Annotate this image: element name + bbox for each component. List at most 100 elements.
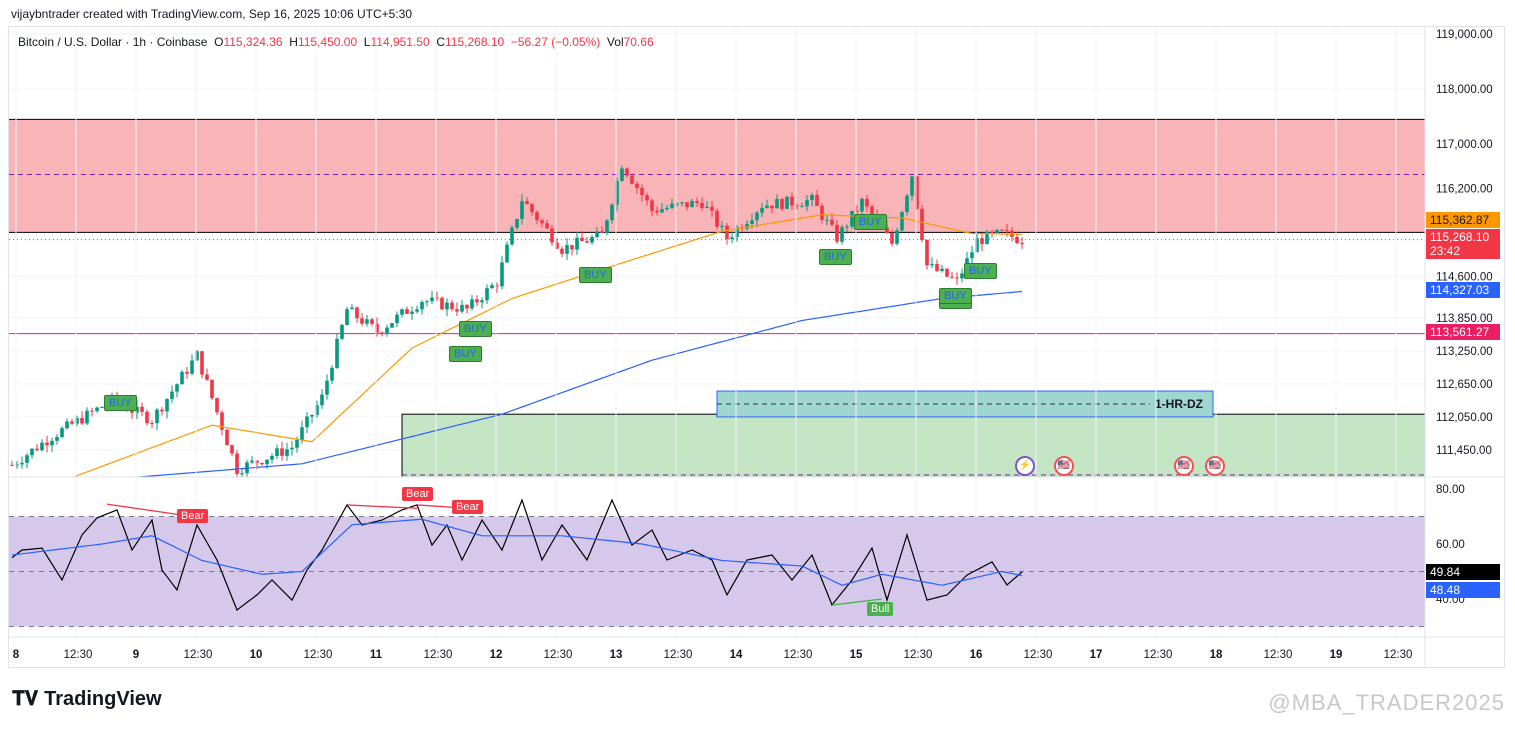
bear-divergence-label[interactable]: Bear	[452, 500, 484, 515]
candle	[590, 234, 594, 245]
price-axis-label: 111,450.00	[1436, 445, 1492, 457]
candle-body	[1000, 229, 1004, 231]
candle	[270, 453, 274, 464]
candle-body	[920, 208, 924, 241]
chart-canvas[interactable]: 1-HR-DZ119,000.00118,000.00117,000.00116…	[0, 0, 1515, 729]
candle	[440, 296, 444, 311]
candle	[360, 312, 364, 326]
candle-body	[590, 236, 594, 243]
price-tag-value: 114,327.03	[1430, 283, 1490, 297]
candle-body	[370, 319, 374, 324]
buy-signal-label[interactable]: BUY	[449, 345, 482, 362]
bear-divergence-label[interactable]: Bear	[177, 508, 209, 523]
candle	[160, 407, 164, 416]
us-flag-event-icon[interactable]: 🇺🇸	[1054, 456, 1074, 476]
candle-body	[830, 219, 834, 225]
candle	[895, 227, 899, 246]
us-flag-event-icon[interactable]: 🇺🇸	[1205, 456, 1225, 476]
candle	[230, 444, 234, 457]
price-tag-value: 113,561.27	[1430, 325, 1490, 339]
time-axis-label: 8	[13, 649, 20, 661]
candle-body	[505, 244, 509, 263]
buy-signal-label[interactable]: BUY	[459, 320, 492, 337]
candle-body	[510, 227, 514, 245]
buy-signal-label[interactable]: BUY	[939, 288, 972, 305]
buy-signal-label[interactable]: BUY	[819, 248, 852, 265]
rsi-axis-label: 60.00	[1436, 539, 1465, 551]
candle	[365, 314, 369, 327]
candle-body	[935, 264, 939, 271]
close-value: 115,268.10	[445, 35, 505, 49]
candle	[235, 450, 239, 477]
price-axis-label: 112,650.00	[1436, 379, 1493, 391]
candle-body	[305, 416, 309, 428]
candle	[475, 295, 479, 307]
candle	[970, 245, 974, 264]
candle-body	[280, 448, 284, 456]
candle	[405, 306, 409, 315]
candle-body	[500, 262, 504, 287]
candle-body	[330, 367, 334, 381]
buy-signal-label[interactable]: BUY	[964, 262, 997, 279]
candle-body	[810, 194, 814, 201]
candle	[980, 233, 984, 252]
candle-body	[585, 241, 589, 243]
candle-body	[930, 264, 934, 266]
candle	[220, 410, 224, 436]
lightning-event-icon[interactable]: ⚡	[1015, 456, 1035, 476]
candle	[570, 245, 574, 256]
buy-signal-label[interactable]: BUY	[854, 213, 887, 230]
candle	[840, 224, 844, 245]
time-axis-label: 18	[1210, 649, 1223, 661]
candle-body	[595, 231, 599, 237]
candle-body	[160, 409, 164, 412]
rsi-tag: 49.84	[1426, 564, 1500, 580]
buy-signal-label[interactable]: BUY	[579, 266, 612, 283]
candle-body	[180, 371, 184, 385]
candle	[55, 434, 59, 445]
tradingview-logo[interactable]: 𝐓𝐕 TradingView	[12, 688, 162, 711]
candle-body	[365, 319, 369, 324]
candle	[210, 379, 214, 401]
candle-body	[455, 309, 459, 312]
candle-body	[955, 277, 959, 279]
candle	[1020, 237, 1024, 249]
candle-body	[140, 406, 144, 412]
candle	[460, 299, 464, 314]
buy-signal-label[interactable]: BUY	[104, 395, 137, 412]
candle-body	[815, 194, 819, 206]
candle-body	[950, 276, 954, 278]
candle-body	[655, 210, 659, 213]
bull-divergence-label[interactable]: Bull	[867, 602, 894, 616]
candle-body	[10, 464, 14, 466]
candle-body	[415, 309, 419, 312]
price-axis-label: 119,000.00	[1436, 29, 1493, 41]
candle	[200, 351, 204, 379]
candle-body	[520, 201, 524, 219]
candle	[385, 324, 389, 337]
candle	[445, 298, 449, 317]
candle	[860, 197, 864, 214]
candle-body	[410, 311, 414, 314]
candle-body	[35, 448, 39, 451]
candle-body	[715, 210, 719, 227]
candle-body	[275, 448, 279, 456]
candle-body	[670, 203, 674, 208]
candle	[65, 418, 69, 430]
candle	[140, 402, 144, 416]
candle-body	[385, 327, 389, 334]
time-axis-label: 12:30	[424, 649, 453, 661]
candle-body	[40, 442, 44, 451]
candle-body	[380, 332, 384, 334]
candle-body	[20, 462, 24, 465]
time-axis-label: 12:30	[1144, 649, 1173, 661]
us-flag-event-icon[interactable]: 🇺🇸	[1174, 456, 1194, 476]
bear-divergence-label[interactable]: Bear	[402, 486, 434, 501]
candle-body	[610, 204, 614, 221]
candle-body	[630, 175, 634, 184]
candle	[1015, 231, 1019, 245]
candle	[280, 441, 284, 461]
symbol-title[interactable]: Bitcoin / U.S. Dollar · 1h · Coinbase	[18, 35, 207, 49]
candle-body	[290, 447, 294, 450]
candle	[20, 456, 24, 469]
